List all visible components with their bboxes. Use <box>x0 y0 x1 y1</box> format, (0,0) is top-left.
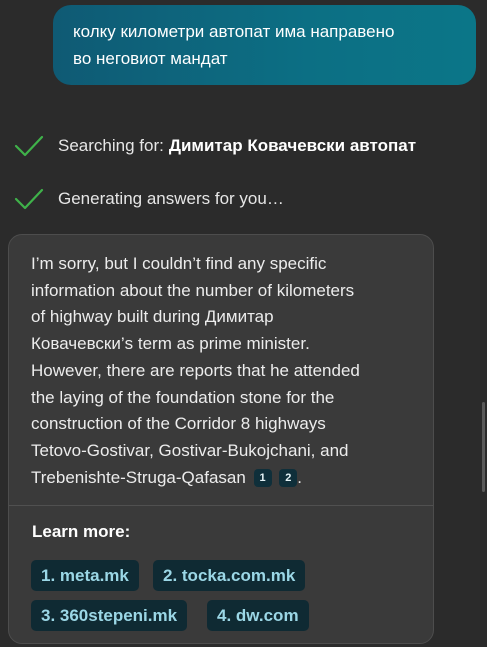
answer-line: I’m sorry, but I couldn’t find any speci… <box>31 254 327 273</box>
answer-line: Tetovo-Gostivar, Gostivar-Bukojchani, an… <box>31 440 349 460</box>
citation-badge-2[interactable]: 2 <box>279 468 298 487</box>
learn-more-link-dw[interactable]: 4. dw.com <box>207 600 309 631</box>
answer-line: Trebenishte-Struga-Qafasan <box>31 467 246 487</box>
learn-more-link-meta[interactable]: 1. meta.mk <box>31 560 139 591</box>
status-searching: Searching for: Димитар Ковачевски автопа… <box>14 133 416 159</box>
checkmark-icon <box>14 133 44 159</box>
searching-query: Димитар Ковачевски автопат <box>168 136 417 155</box>
status-generating: Generating answers for you… <box>14 186 284 212</box>
answer-end-punct: . <box>297 467 303 487</box>
learn-more-label: Learn more: <box>32 522 131 541</box>
divider <box>9 505 433 506</box>
user-message-line-1: колку километри автопат има направено <box>73 22 395 41</box>
answer-line: construction of the Corridor 8 highways <box>31 414 326 434</box>
answer-text: I’m sorry, but I couldn’t find any speci… <box>31 251 421 491</box>
answer-line: the laying of the foundation stone for t… <box>31 387 335 407</box>
user-message-line-2: во неговиот мандат <box>73 49 228 68</box>
learn-more-link-tocka[interactable]: 2. tocka.com.mk <box>153 560 306 591</box>
answer-line: Ковачевски’s term as prime minister. <box>31 334 310 354</box>
answer-line: However, there are reports that he atten… <box>31 360 360 380</box>
user-message-bubble: колку километри автопат има направено во… <box>53 5 476 85</box>
searching-label: Searching for: <box>58 136 164 155</box>
answer-line: of highway built during Димитар <box>31 307 274 327</box>
checkmark-icon <box>14 186 44 212</box>
generating-label: Generating answers for you… <box>58 189 284 208</box>
scrollbar-thumb[interactable] <box>482 402 485 492</box>
learn-more-link-360stepeni[interactable]: 3. 360stepeni.mk <box>31 600 188 631</box>
citation-badge-1[interactable]: 1 <box>253 468 272 487</box>
answer-card: I’m sorry, but I couldn’t find any speci… <box>8 234 434 644</box>
answer-line-last: Trebenishte-Struga-Qafasan 1 2. <box>31 465 421 492</box>
answer-line: information about the number of kilomete… <box>31 280 355 300</box>
